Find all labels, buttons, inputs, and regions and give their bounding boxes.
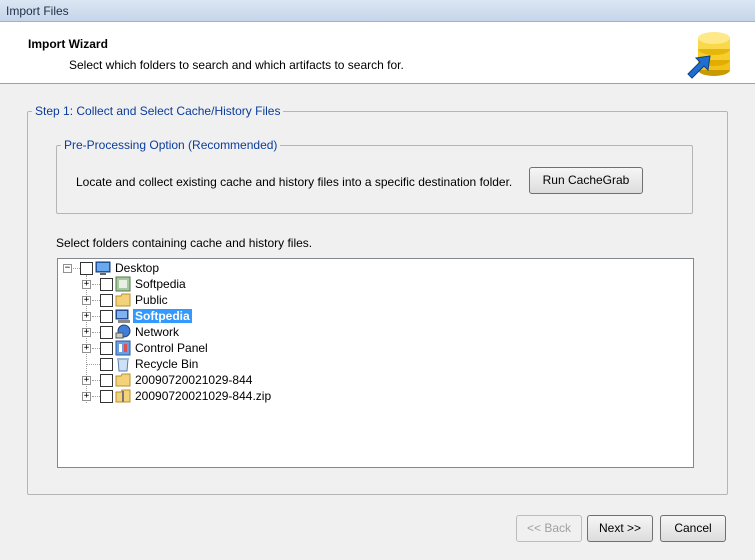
folder-icon (115, 373, 131, 387)
run-cachegrab-button[interactable]: Run CacheGrab (529, 167, 643, 194)
tree-checkbox[interactable] (80, 262, 93, 275)
wizard-header: Import Wizard Select which folders to se… (0, 22, 755, 84)
expand-icon[interactable]: + (82, 392, 91, 401)
computer-icon (115, 309, 130, 323)
tree-connector (92, 380, 100, 381)
tree-item-row[interactable]: + Public (58, 292, 458, 308)
tree-item-label[interactable]: Recycle Bin (135, 357, 198, 371)
tree-connector (86, 364, 100, 365)
tree-checkbox[interactable] (100, 390, 113, 403)
tree-item-row[interactable]: + Softpedia (58, 308, 458, 324)
expand-icon[interactable]: + (82, 376, 91, 385)
tree-item-label[interactable]: Desktop (115, 261, 159, 275)
tree-item-label[interactable]: Softpedia (135, 277, 186, 291)
tree-connector (92, 332, 100, 333)
tree-connector (92, 300, 100, 301)
control-panel-icon (115, 340, 131, 356)
network-icon (115, 324, 131, 339)
folder-tree[interactable]: − Desktop + Softpedia + Public + Softped… (57, 258, 694, 468)
cancel-button[interactable]: Cancel (660, 515, 726, 542)
tree-item-label[interactable]: Network (135, 325, 179, 339)
zip-folder-icon (115, 389, 131, 403)
tree-item-label[interactable]: Public (135, 293, 168, 307)
select-folders-label: Select folders containing cache and hist… (56, 236, 313, 250)
desktop-icon (95, 261, 111, 275)
tree-item-label[interactable]: 20090720021029-844 (135, 373, 252, 387)
expand-icon[interactable]: + (82, 296, 91, 305)
expand-icon[interactable]: + (82, 312, 91, 321)
back-button[interactable]: << Back (516, 515, 582, 542)
database-import-icon (687, 32, 730, 79)
tree-connector (92, 316, 100, 317)
expand-icon[interactable]: + (82, 328, 91, 337)
step1-legend: Step 1: Collect and Select Cache/History… (35, 104, 281, 118)
recycle-bin-icon (117, 358, 129, 372)
tree-item-label[interactable]: Control Panel (135, 341, 208, 355)
tree-checkbox[interactable] (100, 310, 113, 323)
tree-item-row[interactable]: + 20090720021029-844 (58, 372, 458, 388)
tree-connector (73, 268, 80, 269)
tree-item-row[interactable]: + Network (58, 324, 458, 340)
folder-icon (115, 293, 131, 307)
tree-connector (92, 348, 100, 349)
tree-item-label[interactable]: 20090720021029-844.zip (135, 389, 271, 403)
tree-item-row[interactable]: + Control Panel (58, 340, 458, 356)
tree-checkbox[interactable] (100, 358, 113, 371)
tree-item-label[interactable]: Softpedia (133, 309, 192, 323)
tree-checkbox[interactable] (100, 294, 113, 307)
wizard-title: Import Wizard (28, 37, 108, 51)
window-title: Import Files (6, 4, 69, 18)
preprocessing-description: Locate and collect existing cache and hi… (76, 175, 513, 189)
tree-item-row[interactable]: Recycle Bin (58, 356, 458, 372)
tree-checkbox[interactable] (100, 326, 113, 339)
tree-root-row[interactable]: − Desktop (58, 260, 458, 276)
preprocessing-legend: Pre-Processing Option (Recommended) (64, 138, 278, 152)
tree-item-row[interactable]: + Softpedia (58, 276, 458, 292)
tree-connector (92, 396, 100, 397)
expand-icon[interactable]: + (82, 344, 91, 353)
tree-item-row[interactable]: + 20090720021029-844.zip (58, 388, 458, 404)
window-title-bar[interactable]: Import Files (0, 0, 755, 22)
expand-icon[interactable]: + (82, 280, 91, 289)
next-button[interactable]: Next >> (587, 515, 653, 542)
wizard-subtitle: Select which folders to search and which… (69, 58, 404, 72)
collapse-icon[interactable]: − (63, 264, 72, 273)
tree-checkbox[interactable] (100, 342, 113, 355)
tree-connector (92, 284, 100, 285)
user-folder-icon (115, 276, 131, 292)
tree-checkbox[interactable] (100, 278, 113, 291)
tree-checkbox[interactable] (100, 374, 113, 387)
